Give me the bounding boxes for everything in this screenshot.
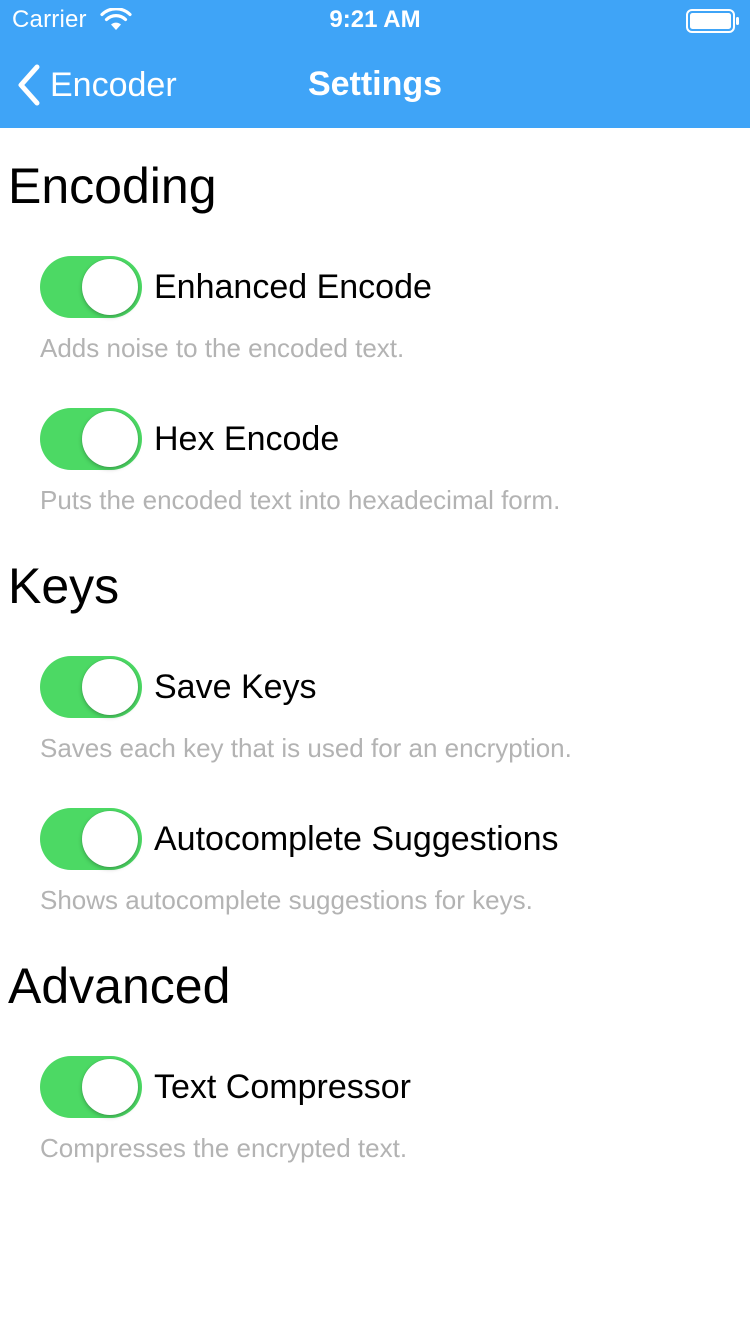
header: Carrier 9:21 AM Encoder Settings	[0, 0, 750, 128]
save-keys-toggle[interactable]	[40, 656, 142, 718]
setting-enhanced-encode: Enhanced Encode Adds noise to the encode…	[40, 256, 740, 376]
toggle-knob	[82, 811, 138, 867]
setting-save-keys: Save Keys Saves each key that is used fo…	[40, 656, 740, 776]
setting-description: Puts the encoded text into hexadecimal f…	[40, 485, 561, 515]
toggle-knob	[82, 259, 138, 315]
toggle-knob	[82, 411, 138, 467]
toggle-knob	[82, 1059, 138, 1115]
setting-hex-encode: Hex Encode Puts the encoded text into he…	[40, 408, 740, 528]
setting-label: Enhanced Encode	[154, 268, 432, 306]
setting-description: Compresses the encrypted text.	[40, 1133, 408, 1163]
enhanced-encode-toggle[interactable]	[40, 256, 142, 318]
section-title-encoding: Encoding	[8, 158, 217, 214]
setting-label: Hex Encode	[154, 420, 340, 458]
status-bar: Carrier 9:21 AM	[0, 0, 750, 40]
setting-label: Save Keys	[154, 668, 317, 706]
setting-text-compressor: Text Compressor Compresses the encrypted…	[40, 1056, 740, 1176]
hex-encode-toggle[interactable]	[40, 408, 142, 470]
setting-description: Saves each key that is used for an encry…	[40, 733, 572, 763]
toggle-knob	[82, 659, 138, 715]
section-title-keys: Keys	[8, 558, 120, 614]
page-title: Settings	[307, 65, 443, 103]
setting-description: Shows autocomplete suggestions for keys.	[40, 885, 533, 915]
setting-label: Text Compressor	[154, 1068, 411, 1106]
battery-icon	[686, 9, 739, 33]
section-title-advanced: Advanced	[8, 958, 231, 1014]
setting-description: Adds noise to the encoded text.	[40, 333, 405, 363]
autocomplete-suggestions-toggle[interactable]	[40, 808, 142, 870]
text-compressor-toggle[interactable]	[40, 1056, 142, 1118]
navigation-bar: Encoder Settings	[0, 40, 750, 128]
setting-autocomplete-suggestions: Autocomplete Suggestions Shows autocompl…	[40, 808, 740, 928]
setting-label: Autocomplete Suggestions	[154, 820, 559, 858]
status-time: 9:21 AM	[329, 6, 421, 33]
